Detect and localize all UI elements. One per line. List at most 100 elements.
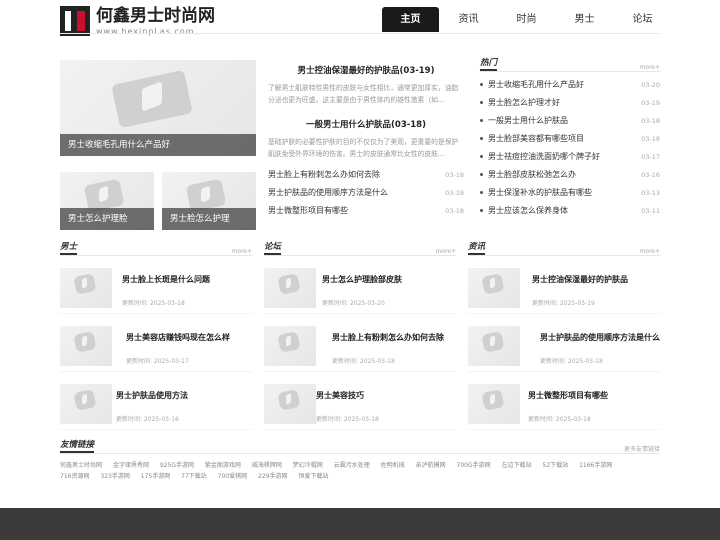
- article-title[interactable]: 男士控油保湿最好的护肤品: [532, 274, 656, 285]
- article-item[interactable]: 男士护肤品的使用顺序方法是什么 更新时间: 2025-03-18: [468, 318, 660, 372]
- friend-link[interactable]: 700爱棋网: [218, 473, 247, 480]
- list-item-title[interactable]: 男士收缩毛孔用什么产品好: [488, 80, 584, 89]
- list-item-date: 03-18: [641, 117, 660, 125]
- article-thumbnail[interactable]: [60, 326, 112, 366]
- list-item[interactable]: 男士微整形项目有哪些 03-18: [268, 202, 464, 220]
- list-item[interactable]: 男士祛痘控油洗面奶哪个牌子好 03-17: [480, 148, 660, 166]
- nav-forum[interactable]: 论坛: [614, 7, 671, 32]
- main-nav: 主页 资讯 时尚 男士 论坛: [382, 7, 672, 32]
- list-item-title[interactable]: 男士脸怎么护理才好: [488, 98, 560, 107]
- more-link[interactable]: more+: [639, 248, 660, 255]
- list-item[interactable]: 男士脸怎么护理才好 03-19: [480, 94, 660, 112]
- article-item[interactable]: 男士美容店赚钱吗现在怎么样 更新时间: 2025-03-17: [60, 318, 252, 372]
- feature-small-image-1[interactable]: 男士怎么护理脸: [60, 172, 154, 230]
- article-title[interactable]: 男士护肤品使用方法: [116, 390, 248, 401]
- list-item[interactable]: 一般男士用什么护肤品 03-18: [480, 112, 660, 130]
- list-item[interactable]: 男士脸部美容都有哪些项目 03-18: [480, 130, 660, 148]
- friend-link[interactable]: 1166手游网: [579, 462, 612, 469]
- friend-link[interactable]: 716资源网: [60, 473, 89, 480]
- bullet-icon: [480, 155, 483, 158]
- article-thumbnail[interactable]: [264, 384, 316, 424]
- article-title[interactable]: 男士美容店赚钱吗现在怎么样: [126, 332, 248, 343]
- list-item-title[interactable]: 男士脸部美容都有哪些项目: [488, 134, 584, 143]
- friend-link[interactable]: 77下载站: [181, 473, 207, 480]
- friend-link[interactable]: 威海棋牌网: [252, 462, 282, 469]
- feature-big-caption[interactable]: 男士收缩毛孔用什么产品好: [60, 134, 256, 156]
- friend-link[interactable]: 梦幻冷帽网: [293, 462, 323, 469]
- article-thumbnail[interactable]: [60, 268, 112, 308]
- friend-link[interactable]: 左边下载站: [502, 462, 532, 469]
- nav-news[interactable]: 资讯: [440, 7, 497, 32]
- list-item[interactable]: 男士应该怎么保养身体 03-11: [480, 202, 660, 220]
- article-item[interactable]: 男士脸上有粉刺怎么办如何去除 更新时间: 2025-03-18: [264, 318, 456, 372]
- friend-link[interactable]: 925G手游网: [160, 462, 194, 469]
- article-thumbnail[interactable]: [264, 268, 316, 308]
- friend-link[interactable]: 52下载站: [543, 462, 569, 469]
- list-item-title[interactable]: 男士脸部皮肤松弛怎么办: [488, 170, 576, 179]
- article-meta: 更新时间: 2025-03-18: [332, 358, 395, 365]
- more-links[interactable]: 更多友情链接: [624, 444, 660, 453]
- article-item[interactable]: 男士美容技巧 更新时间: 2025-03-18: [264, 376, 456, 430]
- friend-link[interactable]: 金字律界秀网: [113, 462, 149, 469]
- article-item[interactable]: 男士微整形项目有哪些 更新时间: 2025-03-18: [468, 376, 660, 430]
- article-item[interactable]: 男士脸上长斑是什么问题 更新时间: 2025-03-18: [60, 260, 252, 314]
- article-title[interactable]: 男士脸上长斑是什么问题: [122, 274, 248, 285]
- more-link[interactable]: more+: [231, 248, 252, 255]
- more-link[interactable]: more+: [639, 64, 660, 71]
- headline-title[interactable]: 男士控油保湿最好的护肤品(03-19): [268, 62, 464, 80]
- friend-link[interactable]: 175手游网: [141, 473, 170, 480]
- friend-link[interactable]: 紫金阁游戏网: [205, 462, 241, 469]
- feature-small-caption-2[interactable]: 男士脸怎么护理: [162, 208, 256, 230]
- article-title[interactable]: 男士怎么护理脸部皮肤: [322, 274, 452, 285]
- friend-link[interactable]: 何鑫男士时尚网: [60, 462, 102, 469]
- friend-link[interactable]: 700G手游网: [457, 462, 491, 469]
- hot-sidebar: 热门 more+ 男士收缩毛孔用什么产品好 03-20 男士脸怎么护理才好 03-1…: [480, 56, 660, 220]
- list-item[interactable]: 男士脸上有粉刺怎么办如何去除 03-18: [268, 166, 464, 184]
- more-link[interactable]: more+: [435, 248, 456, 255]
- list-item-title[interactable]: 男士微整形项目有哪些: [268, 202, 348, 220]
- article-item[interactable]: 男士控油保湿最好的护肤品 更新时间: 2025-03-19: [468, 260, 660, 314]
- headline-title[interactable]: 一般男士用什么护肤品(03-18): [268, 116, 464, 134]
- list-item[interactable]: 男士保湿补水的护肤品有哪些 03-13: [480, 184, 660, 202]
- article-thumbnail[interactable]: [468, 326, 520, 366]
- nav-fashion[interactable]: 时尚: [498, 7, 555, 32]
- article-item[interactable]: 男士怎么护理脸部皮肤 更新时间: 2025-03-20: [264, 260, 456, 314]
- list-item-title[interactable]: 男士脸上有粉刺怎么办如何去除: [268, 166, 380, 184]
- feature-gallery: 男士收缩毛孔用什么产品好 男士怎么护理脸 男士脸怎么护理: [60, 60, 256, 230]
- list-item-title[interactable]: 男士保湿补水的护肤品有哪些: [488, 188, 592, 197]
- list-item-title[interactable]: 男士应该怎么保养身体: [488, 206, 568, 215]
- list-item[interactable]: 男士脸部皮肤松弛怎么办 03-16: [480, 166, 660, 184]
- friend-link[interactable]: 云霸污水处理: [334, 462, 370, 469]
- article-thumbnail[interactable]: [468, 384, 520, 424]
- list-item-title[interactable]: 一般男士用什么护肤品: [488, 116, 568, 125]
- article-title[interactable]: 男士护肤品的使用顺序方法是什么: [540, 332, 660, 343]
- header-divider: [60, 33, 660, 34]
- list-item-title[interactable]: 男士护肤品的使用顺序方法是什么: [268, 184, 388, 202]
- nav-men[interactable]: 男士: [556, 7, 613, 32]
- friend-link[interactable]: 229手游网: [258, 473, 287, 480]
- section-title: 友情链接: [60, 438, 95, 453]
- list-item-date: 03-18: [641, 135, 660, 143]
- article-title[interactable]: 男士脸上有粉刺怎么办如何去除: [332, 332, 452, 343]
- friend-link[interactable]: 恒爱下载站: [298, 473, 328, 480]
- section-men: 男士 more+ 男士脸上长斑是什么问题 更新时间: 2025-03-18 男士…: [60, 240, 252, 430]
- friend-link[interactable]: 亲泸航模网: [416, 462, 446, 469]
- list-item[interactable]: 男士收缩毛孔用什么产品好 03-20: [480, 76, 660, 94]
- article-thumbnail[interactable]: [60, 384, 112, 424]
- article-item[interactable]: 男士护肤品使用方法 更新时间: 2025-03-16: [60, 376, 252, 430]
- article-thumbnail[interactable]: [468, 268, 520, 308]
- list-item[interactable]: 男士护肤品的使用顺序方法是什么 03-18: [268, 184, 464, 202]
- article-title[interactable]: 男士微整形项目有哪些: [528, 390, 656, 401]
- feature-small-caption-1[interactable]: 男士怎么护理脸: [60, 208, 154, 230]
- article-thumbnail[interactable]: [264, 326, 316, 366]
- section-header: 论坛 more+: [264, 240, 456, 256]
- feature-big-image[interactable]: 男士收缩毛孔用什么产品好: [60, 60, 256, 156]
- article-title[interactable]: 男士美容技巧: [316, 390, 452, 401]
- nav-home[interactable]: 主页: [382, 7, 439, 32]
- feature-small-image-2[interactable]: 男士脸怎么护理: [162, 172, 256, 230]
- center-list: 男士脸上有粉刺怎么办如何去除 03-18 男士护肤品的使用顺序方法是什么 03-18…: [268, 166, 464, 220]
- list-item-title[interactable]: 男士祛痘控油洗面奶哪个牌子好: [488, 152, 600, 161]
- headline-item: 男士控油保湿最好的护肤品(03-19) 了解男士肌肤特性男性的皮肤与女性相比，通…: [268, 62, 464, 106]
- friend-link[interactable]: 323手游网: [100, 473, 129, 480]
- friend-link[interactable]: 佐明机械: [381, 462, 405, 469]
